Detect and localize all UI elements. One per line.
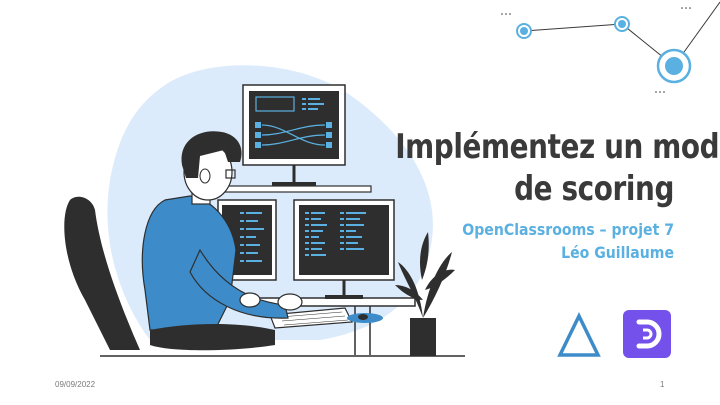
slide-title: Implémentez un modèle de scoring (395, 126, 720, 210)
openclassrooms-logo-icon (623, 310, 671, 358)
network-nodes-decoration (501, 1, 720, 93)
slide: Implémentez un modèle de scoring OpenCla… (0, 0, 720, 405)
subtitle-course: OpenClassrooms – projet 7 (462, 220, 674, 239)
title-line-2: de scoring (514, 169, 674, 209)
slide-date: 09/09/2022 (55, 380, 96, 389)
subtitle-author: Léo Guillaume (561, 243, 674, 262)
slide-page-number: 1 (660, 380, 665, 389)
title-line-1: Implémentez un modèle (395, 127, 720, 167)
delta-logo-icon (557, 312, 601, 357)
slide-subtitle: OpenClassrooms – projet 7 Léo Guillaume (410, 218, 674, 264)
